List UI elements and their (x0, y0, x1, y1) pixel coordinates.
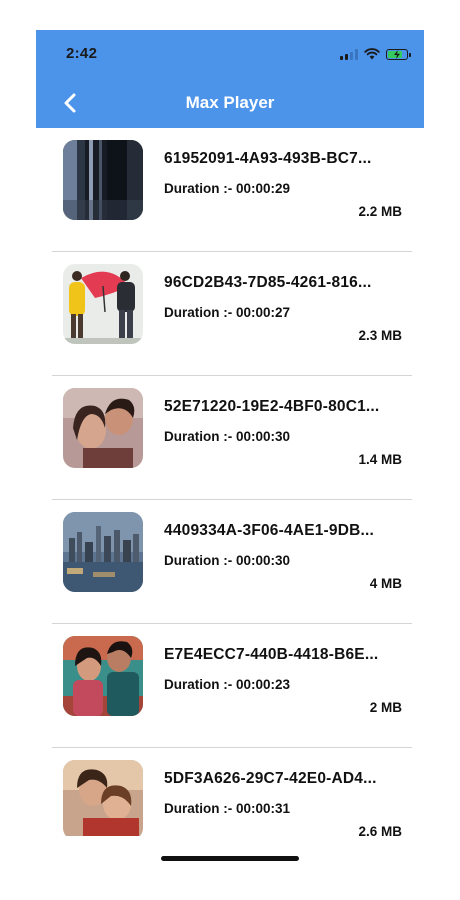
video-thumbnail (63, 512, 143, 592)
battery-charging-icon (386, 48, 411, 60)
video-file-name: 5DF3A626-29C7-42E0-AD4... (164, 770, 377, 787)
video-thumbnail (63, 264, 143, 344)
video-list-item[interactable]: 5DF3A626-29C7-42E0-AD4... Duration :- 00… (36, 748, 424, 836)
signal-icon (340, 48, 358, 60)
wifi-icon (364, 48, 380, 60)
video-file-name: 52E71220-19E2-4BF0-80C1... (164, 398, 380, 415)
video-file-name: 4409334A-3F06-4AE1-9DB... (164, 522, 375, 539)
page-title: Max Player (185, 93, 275, 112)
video-list-item[interactable]: E7E4ECC7-440B-4418-B6E... Duration :- 00… (36, 624, 424, 748)
video-duration: Duration :- 00:00:30 (164, 429, 291, 444)
status-icons (340, 47, 411, 61)
phone-screen: 2:42 Max Player 61952091-4A93-493B-BC7..… (36, 30, 424, 870)
video-file-name: 61952091-4A93-493B-BC7... (164, 150, 372, 167)
video-duration: Duration :- 00:00:31 (164, 801, 291, 816)
video-file-size: 2.6 MB (358, 824, 402, 836)
video-file-size: 4 MB (369, 576, 402, 591)
video-thumbnail (63, 760, 143, 836)
video-duration: Duration :- 00:00:23 (164, 677, 291, 692)
video-list-item[interactable]: 52E71220-19E2-4BF0-80C1... Duration :- 0… (36, 376, 424, 500)
home-indicator[interactable] (161, 856, 299, 861)
video-list-item[interactable]: 61952091-4A93-493B-BC7... Duration :- 00… (36, 128, 424, 252)
video-list-item[interactable]: 96CD2B43-7D85-4261-816... Duration :- 00… (36, 252, 424, 376)
status-bar: 2:42 (36, 30, 424, 80)
video-file-size: 2 MB (369, 700, 402, 715)
video-file-size: 1.4 MB (358, 452, 402, 467)
video-file-size: 2.3 MB (358, 328, 402, 343)
video-thumbnail (63, 388, 143, 468)
nav-bar: Max Player (36, 80, 424, 128)
video-duration: Duration :- 00:00:27 (164, 305, 291, 320)
video-list-item[interactable]: 4409334A-3F06-4AE1-9DB... Duration :- 00… (36, 500, 424, 624)
video-file-name: 96CD2B43-7D85-4261-816... (164, 274, 372, 291)
video-duration: Duration :- 00:00:30 (164, 553, 291, 568)
video-file-size: 2.2 MB (358, 204, 402, 219)
video-thumbnail (63, 140, 143, 220)
video-list[interactable]: 61952091-4A93-493B-BC7... Duration :- 00… (36, 128, 424, 836)
video-file-name: E7E4ECC7-440B-4418-B6E... (164, 646, 379, 663)
video-duration: Duration :- 00:00:29 (164, 181, 291, 196)
status-time: 2:42 (66, 45, 98, 62)
video-thumbnail (63, 636, 143, 716)
